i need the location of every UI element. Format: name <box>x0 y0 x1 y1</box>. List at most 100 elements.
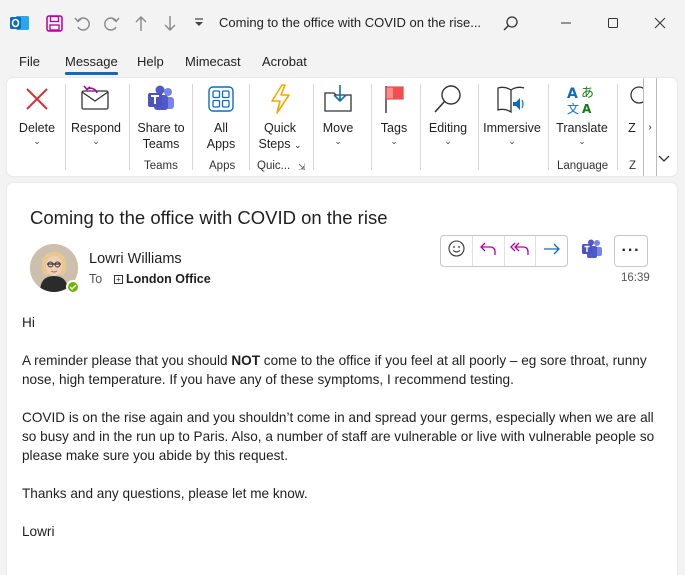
body-paragraph: A reminder please that you should NOT co… <box>22 353 647 387</box>
reply-all-icon <box>509 241 530 262</box>
expand-group-icon[interactable]: + <box>114 274 123 284</box>
immersive-reader-button[interactable]: Immersive ⌄ <box>481 82 543 146</box>
down-icon[interactable] <box>160 13 180 33</box>
ribbon-separator <box>548 84 549 170</box>
tab-file[interactable]: File <box>19 54 40 69</box>
tab-mimecast[interactable]: Mimecast <box>185 54 241 69</box>
forward-arrow-icon <box>543 242 561 261</box>
tab-message[interactable]: Message <box>65 54 118 69</box>
react-button[interactable] <box>441 236 473 266</box>
recipient[interactable]: + London Office <box>114 272 211 286</box>
title-bar: Coming to the office with COVID on the r… <box>0 0 685 46</box>
save-icon[interactable] <box>44 13 64 33</box>
sender-name[interactable]: Lowri Williams <box>89 251 182 267</box>
chevron-down-icon: ⌄ <box>33 136 41 146</box>
delete-x-icon <box>21 82 53 116</box>
maximize-icon[interactable] <box>602 12 624 34</box>
magnifier-icon <box>432 82 464 116</box>
move-folder-icon <box>322 82 354 116</box>
share-to-teams-button[interactable]: Share to Teams <box>135 82 187 152</box>
ribbon-separator <box>192 84 193 170</box>
smiley-icon <box>448 240 465 262</box>
close-icon[interactable] <box>649 12 671 34</box>
recipient-name: London Office <box>126 272 211 286</box>
quick-steps-button[interactable]: Quick Steps ⌄ <box>255 82 305 153</box>
move-label: Move <box>322 121 354 135</box>
presence-available-icon <box>66 280 80 294</box>
teams-icon <box>145 82 177 116</box>
message-time: 16:39 <box>621 272 650 284</box>
move-button[interactable]: Move ⌄ <box>318 82 358 146</box>
chevron-down-icon: ⌄ <box>508 136 516 146</box>
ellipsis-icon: ··· <box>621 242 641 259</box>
group-label-teams: Teams <box>144 160 178 172</box>
all-apps-label-line2: Apps <box>206 137 236 151</box>
more-actions-button[interactable]: ··· <box>614 235 648 267</box>
respond-label: Respond <box>70 121 122 135</box>
body-paragraph: COVID is on the rise again and you shoul… <box>22 410 655 463</box>
share-to-teams-label-line2: Teams <box>142 137 180 151</box>
ribbon-separator <box>420 84 421 170</box>
reading-pane: Coming to the office with COVID on the r… <box>7 183 677 575</box>
forward-button[interactable] <box>536 236 567 266</box>
respond-button[interactable]: Respond ⌄ <box>69 82 123 146</box>
apps-grid-icon <box>205 82 237 116</box>
editing-button[interactable]: Editing ⌄ <box>424 82 472 146</box>
search-icon[interactable] <box>499 12 521 34</box>
group-label-zoom: Z <box>629 160 637 172</box>
ribbon-separator <box>371 84 372 170</box>
tab-help[interactable]: Help <box>137 54 164 69</box>
svg-text:文: 文 <box>567 101 579 115</box>
reply-all-button[interactable] <box>505 236 537 266</box>
window-title: Coming to the office with COVID on the r… <box>219 15 482 30</box>
ribbon-separator <box>249 84 250 170</box>
quick-access-dropdown-icon[interactable] <box>189 13 209 33</box>
tags-button[interactable]: Tags ⌄ <box>374 82 414 146</box>
redo-icon[interactable] <box>101 13 121 33</box>
chevron-right-icon: › <box>648 121 652 133</box>
quick-steps-label-line1: Quick <box>264 121 296 135</box>
immersive-label: Immersive <box>483 121 541 135</box>
svg-text:A: A <box>582 102 592 115</box>
editing-label: Editing <box>428 121 468 135</box>
translate-button[interactable]: Aあ文A Translate ⌄ <box>554 82 610 146</box>
ribbon-separator <box>478 84 479 170</box>
ribbon-scroll-right-button[interactable]: › <box>643 78 657 176</box>
chevron-down-icon: ⌄ <box>578 136 586 146</box>
delete-button[interactable]: Delete ⌄ <box>15 82 59 146</box>
tab-acrobat[interactable]: Acrobat <box>262 54 307 69</box>
up-icon[interactable] <box>131 13 151 33</box>
active-tab-indicator <box>65 72 118 75</box>
reply-button[interactable] <box>473 236 505 266</box>
message-subject: Coming to the office with COVID on the r… <box>30 207 388 228</box>
svg-text:A: A <box>567 86 578 102</box>
zoom-button[interactable]: Z <box>621 82 643 136</box>
immersive-reader-icon <box>496 82 528 116</box>
ribbon: Delete ⌄ Respond ⌄ Share to Teams Teams … <box>7 78 677 176</box>
group-label-quick-steps: Quic... <box>257 160 291 172</box>
collapse-ribbon-icon[interactable] <box>658 154 670 166</box>
share-to-teams-label-line1: Share to <box>137 121 185 135</box>
body-greeting: Hi <box>22 315 35 330</box>
dialog-launcher-icon[interactable]: ⇲ <box>298 162 306 173</box>
ribbon-separator <box>65 84 66 170</box>
minimize-icon[interactable] <box>555 12 577 34</box>
all-apps-button[interactable]: All Apps <box>199 82 243 152</box>
group-label-apps: Apps <box>209 160 236 172</box>
chevron-down-icon: ⌄ <box>334 136 342 146</box>
ribbon-separator <box>313 84 314 170</box>
tags-label: Tags <box>380 121 408 135</box>
to-label: To <box>89 272 103 286</box>
zoom-label: Z <box>628 121 636 135</box>
undo-icon[interactable] <box>72 13 92 33</box>
teams-chat-button[interactable] <box>576 235 608 267</box>
ribbon-separator <box>129 84 130 170</box>
quick-steps-label-line2: Steps ⌄ <box>258 137 302 151</box>
body-signoff: Lowri <box>22 524 55 539</box>
translate-icon: Aあ文A <box>566 82 598 116</box>
body-paragraph: Thanks and any questions, please let me … <box>22 486 308 501</box>
group-label-language: Language <box>557 160 609 172</box>
zoom-icon <box>621 82 643 116</box>
chevron-down-icon: ⌄ <box>444 136 452 146</box>
envelope-reply-icon <box>80 82 112 116</box>
